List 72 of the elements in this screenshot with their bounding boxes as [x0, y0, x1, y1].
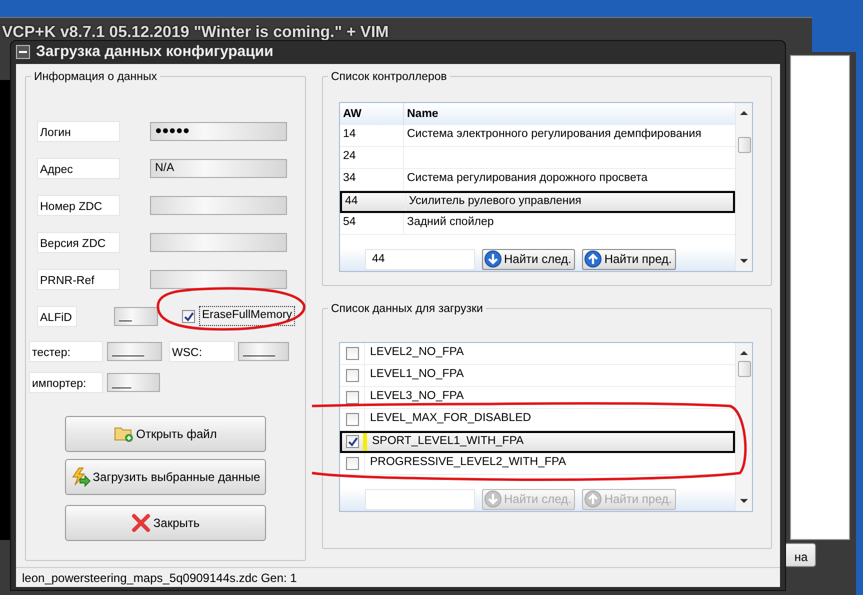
field-label: ALFiD	[37, 306, 77, 326]
find-button[interactable]: Найти след.	[482, 248, 576, 270]
column-header: Name	[406, 106, 440, 122]
checkbox[interactable]	[346, 435, 359, 448]
status-bar: leon_powersteering_maps_5q0909144s.zdc Gen: 1	[16, 566, 780, 586]
window-title: VCP+K v8.7.1 05.12.2019 "Winter is coming." + VIM	[1, 23, 390, 43]
field-label: PRNR-Ref	[37, 268, 120, 290]
table-row[interactable]: 44 Усилитель рулевого управления	[340, 190, 735, 212]
arrow-down-icon	[484, 490, 502, 508]
dialog-title: Загрузка данных конфигурации	[36, 42, 274, 62]
list-item-label: SPORT_LEVEL1_WITH_FPA	[371, 434, 524, 449]
arrow-down-icon	[484, 250, 502, 268]
list-item[interactable]: PROGRESSIVE_LEVEL2_WITH_FPA	[340, 452, 735, 474]
arrow-up-icon	[584, 490, 602, 508]
field-label: импортер:	[29, 372, 103, 393]
table-cell: 14	[340, 124, 404, 146]
list-item-label: LEVEL1_NO_FPA	[369, 367, 464, 382]
checkbox[interactable]	[346, 390, 358, 404]
table-row[interactable]: 54 Задний спойлер	[340, 212, 735, 234]
scrollbar[interactable]	[735, 342, 752, 510]
text-field[interactable]	[150, 232, 287, 252]
checkbox[interactable]	[346, 412, 358, 426]
table-cell: 24	[340, 146, 404, 168]
table-cell-text: Усилитель рулевого управления	[408, 194, 582, 209]
list-item-label: PROGRESSIVE_LEVEL2_WITH_FPA	[369, 455, 566, 470]
list-item[interactable]: LEVEL3_NO_FPA	[340, 386, 735, 408]
table-cell: 34	[340, 168, 404, 190]
table-cell: 54	[340, 212, 404, 234]
find-button[interactable]: Найти пред.	[582, 248, 676, 270]
list-item-label: LEVEL3_NO_FPA	[369, 389, 464, 404]
checkbox[interactable]	[182, 310, 195, 322]
text-field[interactable]	[150, 196, 287, 214]
text-field[interactable]	[150, 270, 287, 288]
check-icon	[347, 436, 358, 447]
close-icon	[131, 512, 152, 532]
action-button[interactable]: Загрузить выбранные данные	[65, 458, 266, 494]
system-menu-button[interactable]	[16, 45, 30, 60]
scrollbar[interactable]	[735, 102, 752, 270]
search-field[interactable]	[365, 488, 475, 510]
list-item-label: LEVEL_MAX_FOR_DISABLED	[369, 411, 532, 426]
field-label: тестер:	[29, 340, 103, 362]
field-label: Версия ZDC	[37, 232, 120, 252]
lightning-arrow-icon	[70, 466, 91, 486]
table-row[interactable]: 24	[340, 146, 735, 168]
action-button[interactable]: Закрыть	[65, 504, 266, 540]
text-field[interactable]: _____	[238, 342, 289, 360]
check-icon	[182, 310, 194, 322]
table-row[interactable]: 14 Система электронного регулирования демпфирования	[340, 124, 735, 146]
field-label: Адрес	[37, 158, 120, 178]
table-cell-text: Система регулирования дорожного просвета	[406, 171, 648, 186]
table-cell-text: Система электронного регулирования демпфирования	[406, 127, 702, 142]
action-button[interactable]: Открыть файл	[65, 416, 266, 452]
field-label: WSC:	[169, 340, 235, 362]
field-label: Номер ZDC	[37, 194, 120, 216]
search-field[interactable]: 44	[365, 248, 475, 270]
text-field[interactable]: ●●●●●	[150, 122, 287, 140]
list-item[interactable]: LEVEL1_NO_FPA	[340, 364, 735, 386]
text-field[interactable]: __	[114, 306, 158, 326]
table-cell: 44	[342, 192, 406, 210]
text-field[interactable]: N/A	[150, 158, 287, 178]
text-field[interactable]: ___	[107, 373, 160, 392]
checkbox[interactable]	[346, 346, 358, 360]
checkbox[interactable]	[346, 368, 358, 382]
list-item[interactable]: SPORT_LEVEL1_WITH_FPA	[340, 430, 735, 452]
text-field[interactable]: _____	[107, 342, 162, 360]
checkbox[interactable]	[346, 456, 358, 470]
list-item[interactable]: LEVEL2_NO_FPA	[340, 342, 735, 364]
arrow-up-icon	[584, 250, 602, 268]
table-cell-text: Задний спойлер	[406, 215, 494, 230]
column-header: AW	[340, 102, 404, 124]
field-label: Логин	[37, 120, 120, 142]
list-item-label: LEVEL2_NO_FPA	[369, 345, 464, 360]
